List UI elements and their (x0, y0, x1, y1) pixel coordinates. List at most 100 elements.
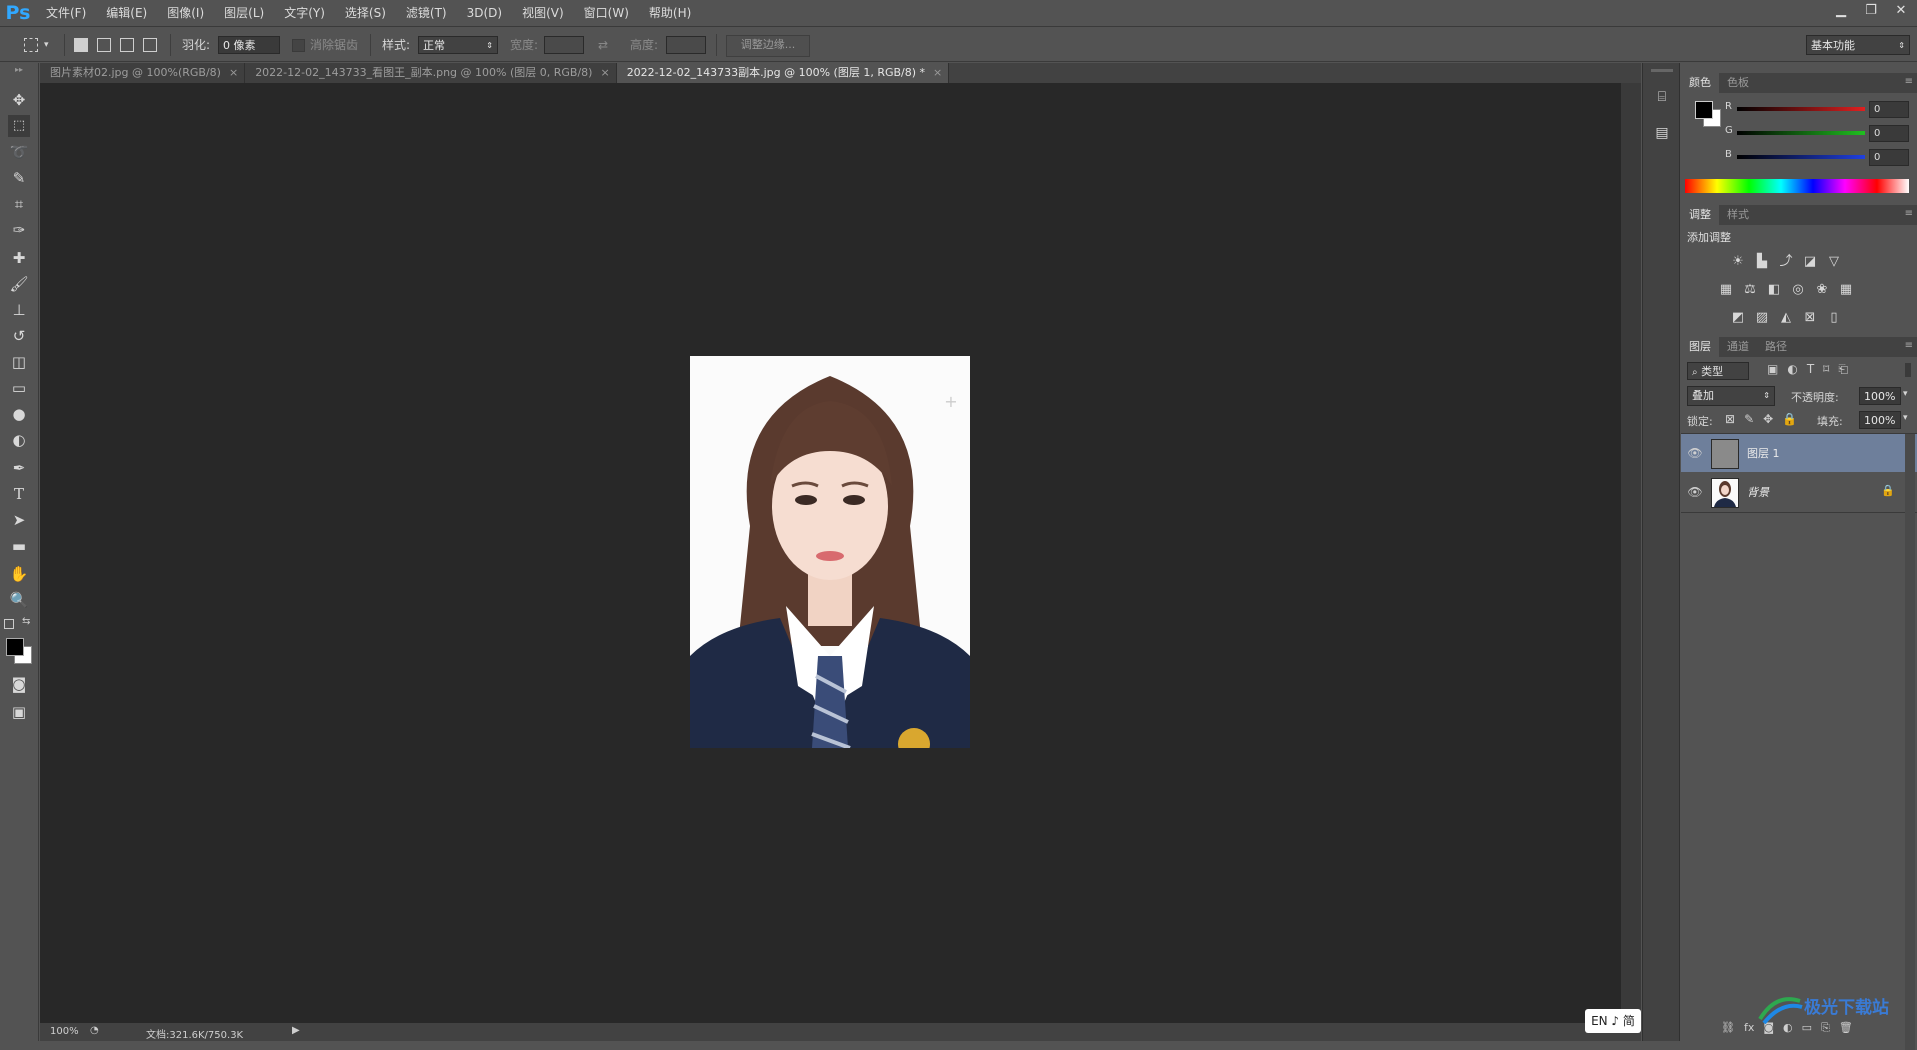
healing-brush-tool-icon[interactable]: ✚ (8, 247, 30, 269)
link-layers-icon[interactable]: ⛓ (1721, 1021, 1735, 1035)
menu-window[interactable]: 窗口(W) (574, 0, 639, 27)
canvas-area[interactable]: + (40, 83, 1621, 1023)
tab-paths[interactable]: 路径 (1757, 337, 1795, 357)
chevron-down-icon[interactable]: ▾ (44, 36, 49, 54)
channel-g-value[interactable]: 0 (1869, 125, 1909, 142)
close-icon[interactable]: × (933, 63, 942, 83)
restore-icon[interactable]: ❐ (1863, 3, 1879, 19)
lock-all-icon[interactable]: 🔒 (1782, 412, 1797, 426)
close-icon[interactable]: × (229, 63, 238, 83)
menu-edit[interactable]: 编辑(E) (96, 0, 157, 27)
panel-menu-icon[interactable]: ≡ (1905, 340, 1913, 351)
tab-styles[interactable]: 样式 (1719, 205, 1757, 225)
layer-style-icon[interactable]: fx (1744, 1021, 1754, 1035)
exposure-icon[interactable]: ◪ (1801, 253, 1819, 271)
blend-mode-select[interactable]: 叠加 ⇕ (1687, 386, 1775, 406)
antialias-checkbox[interactable] (292, 39, 305, 52)
filter-toggle[interactable] (1905, 363, 1911, 377)
filter-shape-icon[interactable]: ⌑ (1823, 362, 1829, 377)
swap-icon[interactable]: ⇄ (598, 36, 608, 54)
move-tool-icon[interactable]: ✥ (8, 89, 30, 111)
quick-selection-tool-icon[interactable]: ✎ (8, 167, 30, 189)
gradient-tool-icon[interactable]: ▭ (8, 377, 30, 399)
menu-filter[interactable]: 滤镜(T) (396, 0, 457, 27)
channel-mixer-icon[interactable]: ❀ (1813, 281, 1831, 299)
eraser-tool-icon[interactable]: ◫ (8, 351, 30, 373)
threshold-icon[interactable]: ◭ (1777, 309, 1795, 327)
blur-tool-icon[interactable]: ● (8, 403, 30, 425)
posterize-icon[interactable]: ▨ (1753, 309, 1771, 327)
lasso-tool-icon[interactable]: ➰ (8, 141, 30, 163)
tab-adjustments[interactable]: 调整 (1681, 205, 1719, 225)
collapse-toolbar-icon[interactable]: ▸▸ (8, 65, 30, 75)
marquee-tool-icon[interactable]: ⬚ (8, 115, 30, 137)
status-options-icon[interactable]: ◔ (90, 1025, 99, 1036)
quick-mask-icon[interactable]: ◙ (8, 673, 30, 695)
brightness-icon[interactable]: ☀ (1729, 253, 1747, 271)
levels-icon[interactable]: ▙ (1753, 253, 1771, 271)
tab-channels[interactable]: 通道 (1719, 337, 1757, 357)
channel-b-slider[interactable] (1737, 155, 1865, 159)
intersect-selection-icon[interactable] (143, 38, 157, 52)
filter-pixel-icon[interactable]: ▣ (1767, 362, 1778, 377)
width-input[interactable] (544, 36, 584, 54)
minimize-icon[interactable]: ▁ (1833, 3, 1849, 19)
rectangle-tool-icon[interactable]: ▬ (8, 535, 30, 557)
default-colors-icon[interactable] (4, 619, 14, 629)
menu-type[interactable]: 文字(Y) (274, 0, 335, 27)
chevron-down-icon[interactable]: ▾ (1903, 389, 1908, 399)
menu-help[interactable]: 帮助(H) (639, 0, 701, 27)
path-selection-tool-icon[interactable]: ➤ (8, 509, 30, 531)
filter-adjustment-icon[interactable]: ◐ (1787, 362, 1797, 377)
hand-tool-icon[interactable]: ✋ (8, 563, 30, 585)
channel-b-value[interactable]: 0 (1869, 149, 1909, 166)
history-panel-icon[interactable]: ⌸ (1652, 87, 1672, 107)
vertical-scrollbar[interactable] (1621, 83, 1641, 1023)
clone-stamp-tool-icon[interactable]: ⊥ (8, 299, 30, 321)
new-selection-icon[interactable] (74, 38, 88, 52)
zoom-level[interactable]: 100% (50, 1026, 79, 1037)
layer-row[interactable]: 👁 背景 🔒 (1681, 473, 1917, 511)
doc-tab-active[interactable]: 2022-12-02_143733副本.jpg @ 100% (图层 1, RG… (616, 63, 950, 83)
close-icon[interactable]: × (600, 63, 609, 83)
doc-tab[interactable]: 2022-12-02_143733_看图王_副本.png @ 100% (图层 … (245, 63, 617, 83)
refine-edge-button[interactable]: 调整边缘... (726, 35, 810, 57)
fill-input[interactable]: 100% (1859, 411, 1901, 429)
style-select[interactable]: 正常 ⇕ (418, 36, 498, 54)
menu-layer[interactable]: 图层(L) (214, 0, 274, 27)
selective-color-icon[interactable]: ⊠ (1801, 309, 1819, 327)
chevron-down-icon[interactable]: ▾ (1903, 413, 1908, 423)
layer-row-selected[interactable]: 👁 图层 1 (1681, 434, 1917, 472)
color-spectrum-bar[interactable] (1685, 179, 1909, 193)
filter-type-icon[interactable]: T (1807, 362, 1814, 377)
hue-saturation-icon[interactable]: ▦ (1717, 281, 1735, 299)
ime-indicator[interactable]: EN ♪ 简 (1585, 1009, 1641, 1033)
type-tool-icon[interactable]: T (8, 483, 30, 505)
layer-name[interactable]: 背景 (1747, 484, 1769, 500)
menu-view[interactable]: 视图(V) (512, 0, 574, 27)
tab-layers[interactable]: 图层 (1681, 337, 1719, 357)
channel-r-slider[interactable] (1737, 107, 1865, 111)
height-input[interactable] (666, 36, 706, 54)
brush-tool-icon[interactable]: 🖌 (8, 273, 30, 295)
menu-select[interactable]: 选择(S) (335, 0, 396, 27)
eyedropper-tool-icon[interactable]: ✑ (8, 219, 30, 241)
channel-r-value[interactable]: 0 (1869, 101, 1909, 118)
eye-icon[interactable]: 👁 (1687, 484, 1703, 500)
workspace-select[interactable]: 基本功能 ⇕ (1806, 35, 1910, 55)
color-lookup-icon[interactable]: ▦ (1837, 281, 1855, 299)
dodge-tool-icon[interactable]: ◐ (8, 429, 30, 451)
properties-panel-icon[interactable]: ▤ (1652, 123, 1672, 143)
photo-filter-icon[interactable]: ◎ (1789, 281, 1807, 299)
feather-input[interactable]: 0 像素 (218, 36, 280, 54)
curves-icon[interactable]: ⤴ (1777, 253, 1795, 271)
doc-tab[interactable]: 图片素材02.jpg @ 100%(RGB/8) × (40, 63, 246, 83)
color-foreground-swatch[interactable] (1695, 101, 1713, 119)
menu-image[interactable]: 图像(I) (157, 0, 214, 27)
close-icon[interactable]: ✕ (1893, 3, 1909, 19)
screen-mode-icon[interactable]: ▣ (8, 701, 30, 723)
eye-icon[interactable]: 👁 (1687, 445, 1703, 461)
history-brush-tool-icon[interactable]: ↺ (8, 325, 30, 347)
lock-pixels-icon[interactable]: ✎ (1744, 412, 1754, 426)
channel-g-slider[interactable] (1737, 131, 1865, 135)
